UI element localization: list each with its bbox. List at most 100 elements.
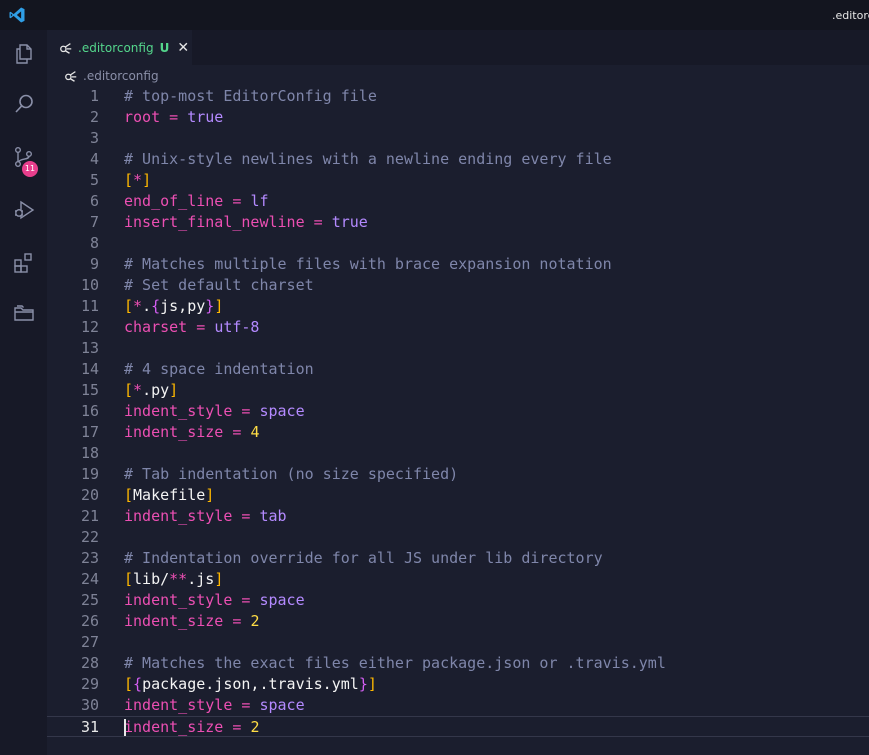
token-sec: package.json,.travis.yml [142,675,359,693]
code-line[interactable]: 17 indent_size = 4 [47,422,869,443]
code-line[interactable]: 29 [{package.json,.travis.yml}] [47,674,869,695]
token-key: indent_style [124,591,233,609]
token-key: indent_style [124,696,233,714]
line-content: [*.py] [124,380,178,401]
token-comment: # Matches the exact files either package… [124,654,666,672]
code-editor[interactable]: 1 # top-most EditorConfig file 2 root = tru… [47,86,869,755]
code-line[interactable]: 28 # Matches the exact files either packa… [47,653,869,674]
close-tab-icon[interactable]: ✕ [177,40,189,56]
line-content: # Matches the exact files either package… [124,653,666,674]
code-line[interactable]: 18 [47,443,869,464]
line-number: 30 [80,696,99,714]
token-op: = [232,507,260,525]
code-line[interactable]: 30 indent_style = space [47,695,869,716]
code-line[interactable]: 19 # Tab indentation (no size specified) [47,464,869,485]
code-line[interactable]: 2 root = true [47,107,869,128]
code-line[interactable]: 25 indent_style = space [47,590,869,611]
token-star: * [133,297,143,315]
code-line[interactable]: 20 [Makefile] [47,485,869,506]
line-number: 31 [80,718,99,736]
code-line[interactable]: 6 end_of_line = lf [47,191,869,212]
token-sec: .js [187,570,215,588]
token-op: = [232,696,260,714]
token-key: charset [124,318,188,336]
activity-bar: 11 [0,30,47,755]
line-number: 20 [80,486,99,504]
code-line[interactable]: 4 # Unix-style newlines with a newline en… [47,149,869,170]
token-key: indent_size [124,612,224,630]
line-content: # Indentation override for all JS under … [124,548,603,569]
token-br: [ [124,675,134,693]
line-number: 12 [80,318,99,336]
code-line[interactable]: 7 insert_final_newline = true [47,212,869,233]
code-line[interactable]: 13 [47,338,869,359]
token-val: space [259,402,305,420]
vscode-logo-icon[interactable] [8,6,26,24]
token-br: [ [124,570,134,588]
run-debug-button[interactable] [0,186,47,234]
token-star: * [133,171,143,189]
line-content: end_of_line = lf [124,191,269,212]
line-content: # top-most EditorConfig file [124,86,377,107]
code-line[interactable]: 14 # 4 space indentation [47,359,869,380]
code-line[interactable]: 27 [47,632,869,653]
line-content: [Makefile] [124,485,214,506]
token-op: = [304,213,332,231]
code-line[interactable]: 5 [*] [47,170,869,191]
code-line[interactable]: 10 # Set default charset [47,275,869,296]
files-icon [15,44,32,64]
code-line[interactable]: 8 [47,233,869,254]
line-number: 11 [80,297,99,315]
code-line[interactable]: 9 # Matches multiple files with brace exp… [47,254,869,275]
code-line[interactable]: 21 indent_style = tab [47,506,869,527]
line-number: 24 [80,570,99,588]
explorer-button[interactable] [0,30,47,78]
line-number: 19 [80,465,99,483]
token-star: ** [169,570,188,588]
line-content: # 4 space indentation [124,359,314,380]
code-line[interactable]: 3 [47,128,869,149]
line-content: root = true [124,107,223,128]
code-line[interactable]: 15 [*.py] [47,380,869,401]
breadcrumb-file[interactable]: .editorconfig [83,69,159,83]
line-content: # Unix-style newlines with a newline end… [124,149,612,170]
code-line[interactable]: 23 # Indentation override for all JS unde… [47,548,869,569]
code-line[interactable]: 31 indent_size = 2 [47,716,869,737]
token-br: ] [214,297,224,315]
line-number: 29 [80,675,99,693]
code-line[interactable]: 11 [*.{js,py}] [47,296,869,317]
line-content: indent_style = tab [124,506,287,527]
token-comment: # Set default charset [124,276,314,294]
project-manager-button[interactable] [0,289,47,337]
folders-icon [13,305,34,321]
line-number: 14 [80,360,99,378]
token-br: ] [205,486,215,504]
code-line[interactable]: 22 [47,527,869,548]
token-key: indent_size [124,718,224,736]
token-comment: # Indentation override for all JS under … [124,549,603,567]
code-line[interactable]: 24 [lib/**.js] [47,569,869,590]
code-line[interactable]: 16 indent_style = space [47,401,869,422]
editor-tab[interactable]: .editorconfig U ✕ [47,30,192,65]
token-sec: . [142,297,152,315]
code-line[interactable]: 26 indent_size = 2 [47,611,869,632]
line-content: insert_final_newline = true [124,212,368,233]
token-br2: { [151,297,161,315]
editorconfig-file-icon [60,42,72,54]
search-button[interactable] [0,80,47,128]
token-star: * [133,381,143,399]
source-control-badge: 11 [22,161,38,177]
line-number: 17 [80,423,99,441]
token-num: 2 [250,718,260,736]
line-number: 5 [89,171,99,189]
line-number: 15 [80,381,99,399]
extensions-button[interactable] [0,239,47,287]
token-br: [ [124,297,134,315]
source-control-button[interactable]: 11 [0,133,47,181]
line-content: [{package.json,.travis.yml}] [124,674,377,695]
line-number: 3 [89,129,99,147]
token-key: indent_style [124,402,233,420]
code-line[interactable]: 1 # top-most EditorConfig file [47,86,869,107]
text-cursor [124,719,126,736]
code-line[interactable]: 12 charset = utf-8 [47,317,869,338]
